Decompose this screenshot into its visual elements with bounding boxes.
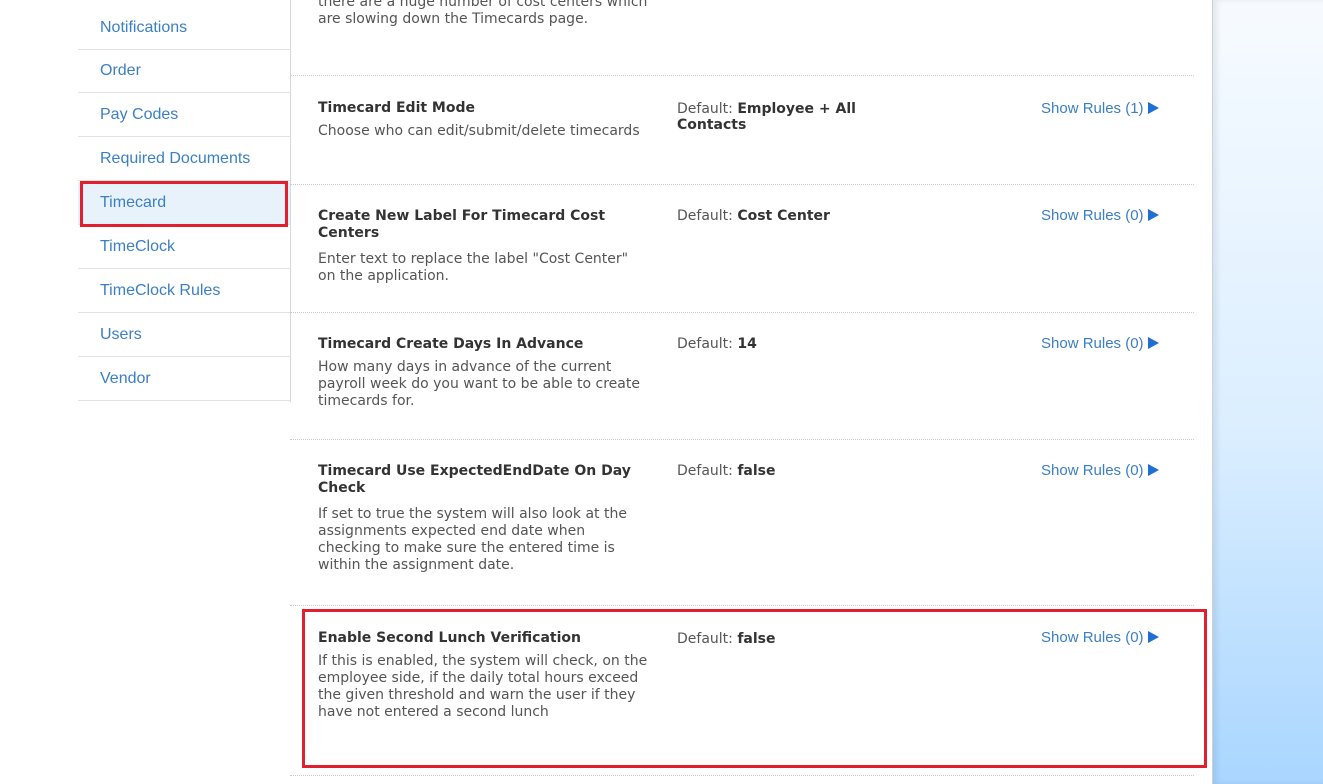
default-value: false bbox=[737, 463, 776, 479]
sidebar-item-order[interactable]: Order bbox=[78, 50, 290, 93]
show-rules-link[interactable]: Show Rules (0) bbox=[1041, 335, 1159, 353]
sidebar-item-timeclock-rules[interactable]: TimeClock Rules bbox=[78, 270, 290, 313]
sidebar-item-pay-codes[interactable]: Pay Codes bbox=[78, 94, 290, 137]
setting-row-days-in-advance: Timecard Create Days In Advance How many… bbox=[290, 313, 1194, 440]
sidebar-item-timeclock[interactable]: TimeClock bbox=[78, 226, 290, 269]
setting-row: there are a huge number of cost centers … bbox=[290, 0, 1194, 76]
timecard-highlight-box bbox=[80, 181, 288, 227]
setting-description: Enter text to replace the label "Cost Ce… bbox=[318, 251, 629, 284]
sidebar-item-users[interactable]: Users bbox=[78, 314, 290, 357]
sidebar-item-notifications[interactable]: Notifications bbox=[78, 7, 290, 50]
setting-title: Create New Label For Timecard Cost Cente… bbox=[318, 208, 606, 241]
setting-default: Default: false bbox=[677, 463, 776, 479]
triangle-right-icon bbox=[1147, 209, 1159, 221]
setting-description: How many days in advance of the current … bbox=[318, 359, 640, 409]
show-rules-link[interactable]: Show Rules (0) bbox=[1041, 462, 1159, 480]
second-lunch-highlight-box bbox=[302, 609, 1207, 768]
setting-default: Default: Cost Center bbox=[677, 208, 830, 224]
right-background-panel bbox=[1212, 0, 1323, 784]
setting-row-cost-center-label: Create New Label For Timecard Cost Cente… bbox=[290, 185, 1194, 313]
setting-row-timecard-edit-mode: Timecard Edit Mode Choose who can edit/s… bbox=[290, 76, 1194, 185]
setting-title: Timecard Edit Mode bbox=[318, 100, 475, 116]
triangle-right-icon bbox=[1147, 337, 1159, 349]
setting-description: there are a huge number of cost centers … bbox=[318, 0, 648, 27]
default-value: Cost Center bbox=[737, 208, 830, 224]
triangle-right-icon bbox=[1147, 464, 1159, 476]
setting-title: Timecard Use ExpectedEndDate On Day Chec… bbox=[318, 463, 631, 496]
setting-default: Default: 14 bbox=[677, 336, 757, 352]
setting-description: Choose who can edit/submit/delete timeca… bbox=[318, 123, 640, 139]
setting-title: Timecard Create Days In Advance bbox=[318, 336, 584, 352]
show-rules-link[interactable]: Show Rules (0) bbox=[1041, 207, 1159, 225]
default-value: 14 bbox=[737, 336, 757, 352]
show-rules-link[interactable]: Show Rules (1) bbox=[1041, 100, 1159, 118]
sidebar-item-vendor[interactable]: Vendor bbox=[78, 358, 290, 401]
triangle-right-icon bbox=[1147, 102, 1159, 114]
sidebar-item-required-documents[interactable]: Required Documents bbox=[78, 138, 290, 181]
setting-default: Default: Employee + All Contacts bbox=[677, 101, 856, 133]
setting-row-expected-end-date: Timecard Use ExpectedEndDate On Day Chec… bbox=[290, 440, 1194, 606]
setting-description: If set to true the system will also look… bbox=[318, 506, 627, 573]
